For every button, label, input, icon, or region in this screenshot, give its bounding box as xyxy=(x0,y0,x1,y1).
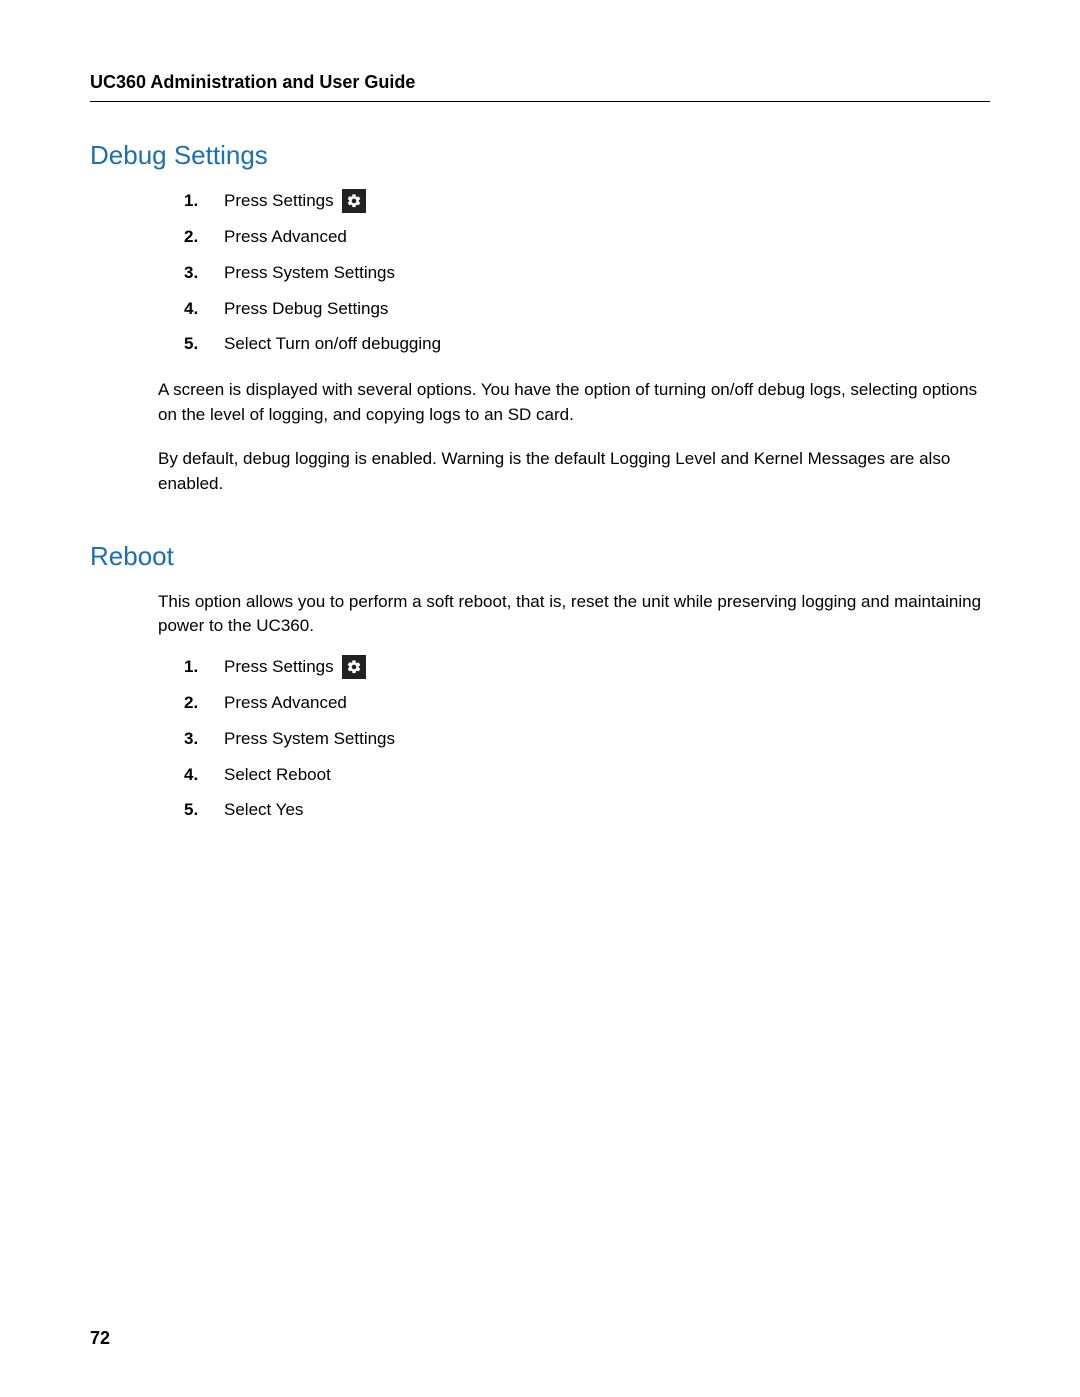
list-number: 2. xyxy=(184,691,208,715)
list-text: Press System Settings xyxy=(224,727,395,751)
list-text-value: Press Settings xyxy=(224,189,334,213)
list-item: 1. Press Settings xyxy=(184,189,990,213)
section-debug-settings: Debug Settings 1. Press Settings 2. Pres… xyxy=(90,140,990,497)
paragraph-text: A screen is displayed with several optio… xyxy=(158,378,990,427)
list-number: 3. xyxy=(184,727,208,751)
list-text: Select Turn on/off debugging xyxy=(224,332,441,356)
section-title-debug: Debug Settings xyxy=(90,140,990,171)
list-text: Press Advanced xyxy=(224,225,347,249)
section-reboot: Reboot This option allows you to perform… xyxy=(90,541,990,822)
list-item: 4. Select Reboot xyxy=(184,763,990,787)
list-number: 1. xyxy=(184,189,208,213)
list-text: Press Debug Settings xyxy=(224,297,388,321)
settings-gear-icon xyxy=(342,189,366,213)
page-header-title: UC360 Administration and User Guide xyxy=(90,72,990,102)
ordered-list: 1. Press Settings 2. Press Advanced 3. P… xyxy=(158,655,990,822)
content-block: 1. Press Settings 2. Press Advanced 3. P… xyxy=(90,189,990,497)
page-number: 72 xyxy=(90,1328,110,1349)
paragraph-text: This option allows you to perform a soft… xyxy=(158,590,990,639)
list-text: Press System Settings xyxy=(224,261,395,285)
list-text: Press Settings xyxy=(224,189,366,213)
content-block: This option allows you to perform a soft… xyxy=(90,590,990,822)
list-number: 3. xyxy=(184,261,208,285)
section-title-reboot: Reboot xyxy=(90,541,990,572)
list-item: 2. Press Advanced xyxy=(184,225,990,249)
list-number: 5. xyxy=(184,798,208,822)
list-item: 3. Press System Settings xyxy=(184,727,990,751)
paragraph-text: By default, debug logging is enabled. Wa… xyxy=(158,447,990,496)
list-item: 4. Press Debug Settings xyxy=(184,297,990,321)
list-item: 5. Select Turn on/off debugging xyxy=(184,332,990,356)
list-number: 1. xyxy=(184,655,208,679)
list-text-value: Press Settings xyxy=(224,655,334,679)
settings-gear-icon xyxy=(342,655,366,679)
list-item: 1. Press Settings xyxy=(184,655,990,679)
list-item: 5. Select Yes xyxy=(184,798,990,822)
list-number: 4. xyxy=(184,297,208,321)
list-item: 2. Press Advanced xyxy=(184,691,990,715)
list-number: 5. xyxy=(184,332,208,356)
list-text: Press Advanced xyxy=(224,691,347,715)
list-number: 2. xyxy=(184,225,208,249)
list-text: Select Yes xyxy=(224,798,303,822)
list-number: 4. xyxy=(184,763,208,787)
list-text: Press Settings xyxy=(224,655,366,679)
list-item: 3. Press System Settings xyxy=(184,261,990,285)
ordered-list: 1. Press Settings 2. Press Advanced 3. P… xyxy=(158,189,990,356)
list-text: Select Reboot xyxy=(224,763,331,787)
